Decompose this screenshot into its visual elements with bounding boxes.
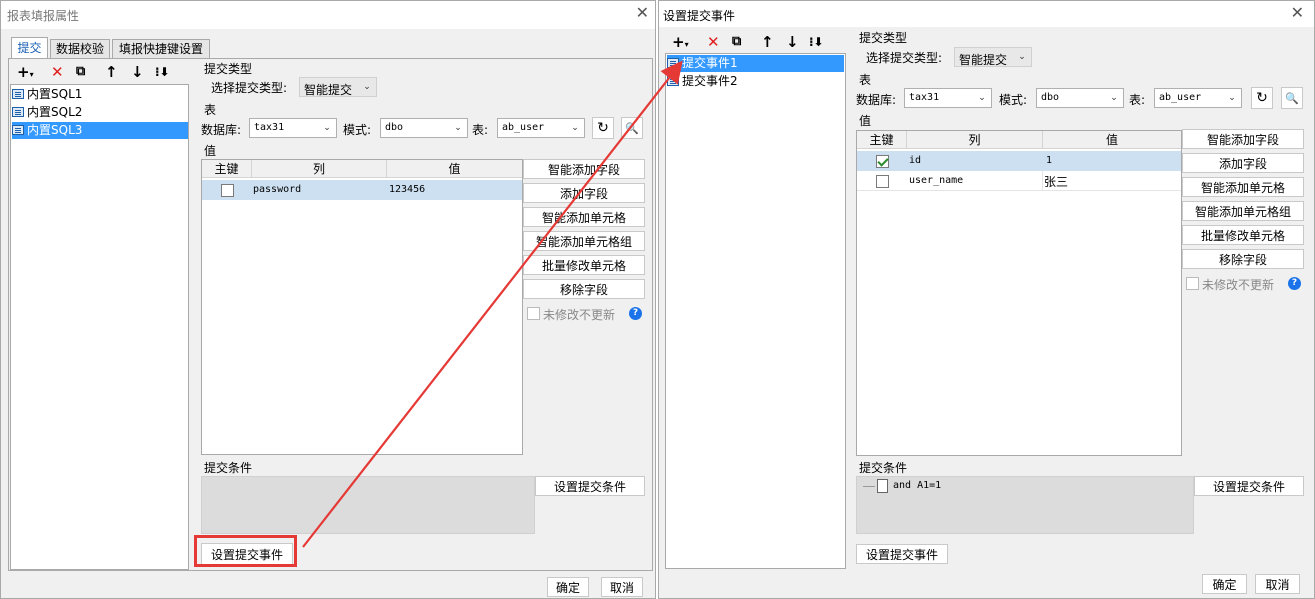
highlight-arrow <box>302 60 683 548</box>
